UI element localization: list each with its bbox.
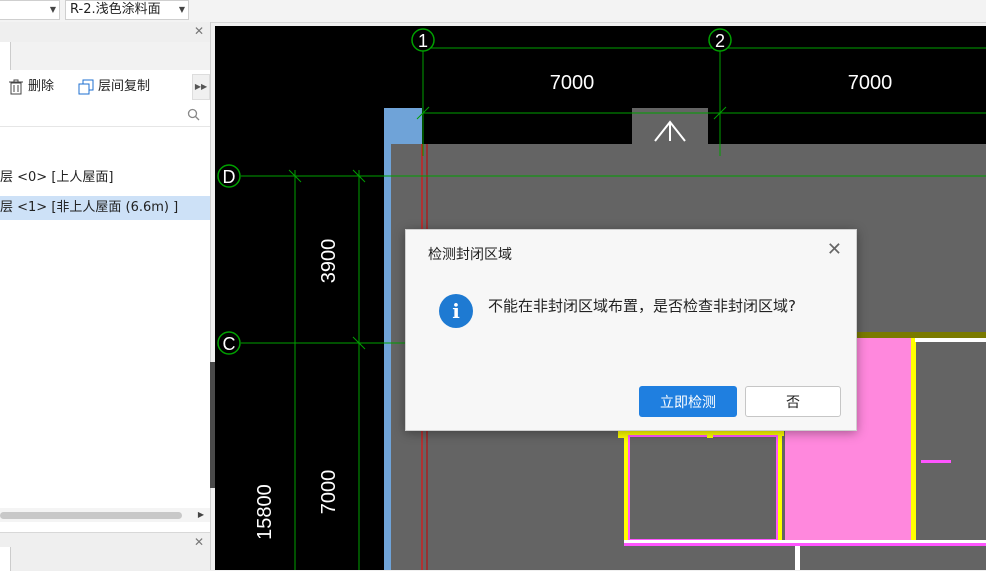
axis-label-2: 2 [715, 31, 725, 51]
dialog-title: 检测封闭区域 [428, 247, 512, 263]
magenta-wall [624, 543, 986, 546]
scroll-right-icon[interactable]: ▶ [198, 508, 204, 522]
close-icon[interactable]: ✕ [194, 535, 204, 549]
yellow-wall [911, 338, 916, 540]
top-toolbar: ▼ R-2.浅色涂料面 ▼ [0, 0, 986, 23]
dimension-label: 7000 [848, 72, 893, 94]
list-item-label: 面层 <1> [非上人屋面 (6.6m) ] [0, 200, 179, 215]
copy-between-floors-button[interactable]: 层间复制 [78, 78, 150, 96]
dimension-label: 15800 [254, 484, 276, 540]
search-icon [187, 108, 200, 121]
axis-label-d: D [223, 167, 236, 187]
floor-dropdown[interactable]: ▼ [0, 0, 60, 20]
dimension-label: 7000 [550, 72, 595, 94]
delete-button[interactable]: 删除 [8, 78, 54, 96]
magenta-wall [915, 338, 986, 342]
dimension-label: 7000 [318, 470, 340, 515]
panel-header: ✕ [0, 22, 210, 43]
panel-action-bar: 删除 层间复制 ▶▶ [0, 70, 210, 105]
horizontal-scrollbar[interactable]: ▶ [0, 508, 210, 522]
left-panel: ✕ 删除 层间复制 ▶▶ 面层 <0> [上人屋面] 面层 <1> [非上人屋面… [0, 22, 211, 571]
check-closed-area-dialog: 检测封闭区域 ✕ i 不能在非封闭区域布置，是否检查非封闭区域? 立即检测 否 [405, 229, 857, 431]
dialog-message: 不能在非封闭区域布置，是否检查非封闭区域? [488, 297, 796, 315]
magenta-wall [795, 546, 800, 570]
dimension-label: 3900 [318, 239, 340, 284]
trash-icon [9, 79, 23, 95]
bottom-panel: ✕ [0, 532, 210, 571]
delete-label: 删除 [28, 79, 55, 94]
chevron-down-icon: ▼ [178, 5, 185, 14]
axis-label-c: C [223, 334, 236, 354]
no-button[interactable]: 否 [745, 386, 841, 417]
close-icon[interactable]: ✕ [827, 240, 842, 260]
axis-label-1: 1 [418, 31, 428, 51]
panel-tabstrip [0, 42, 210, 71]
expand-icon[interactable]: ▶▶ [192, 74, 210, 100]
copy-icon [78, 79, 94, 95]
search-bar[interactable] [0, 104, 210, 127]
list-item-label: 面层 <0> [上人屋面] [0, 170, 114, 185]
chevron-down-icon: ▼ [49, 5, 56, 14]
blue-wall [384, 108, 391, 570]
bottom-panel-tab[interactable] [0, 547, 11, 571]
copy-between-floors-label: 层间复制 [98, 79, 151, 94]
material-dropdown-value: R-2.浅色涂料面 [70, 2, 161, 17]
scrollbar-thumb[interactable] [0, 512, 182, 519]
list-item-selected[interactable]: 面层 <1> [非上人屋面 (6.6m) ] [0, 196, 210, 220]
material-dropdown[interactable]: R-2.浅色涂料面 ▼ [65, 0, 189, 20]
panel-tab[interactable] [0, 42, 11, 70]
detect-now-button[interactable]: 立即检测 [639, 386, 737, 417]
info-icon: i [439, 294, 473, 328]
magenta-wall [921, 460, 951, 463]
close-icon[interactable]: ✕ [194, 24, 204, 38]
list-item[interactable]: 面层 <0> [上人屋面] [0, 166, 210, 190]
